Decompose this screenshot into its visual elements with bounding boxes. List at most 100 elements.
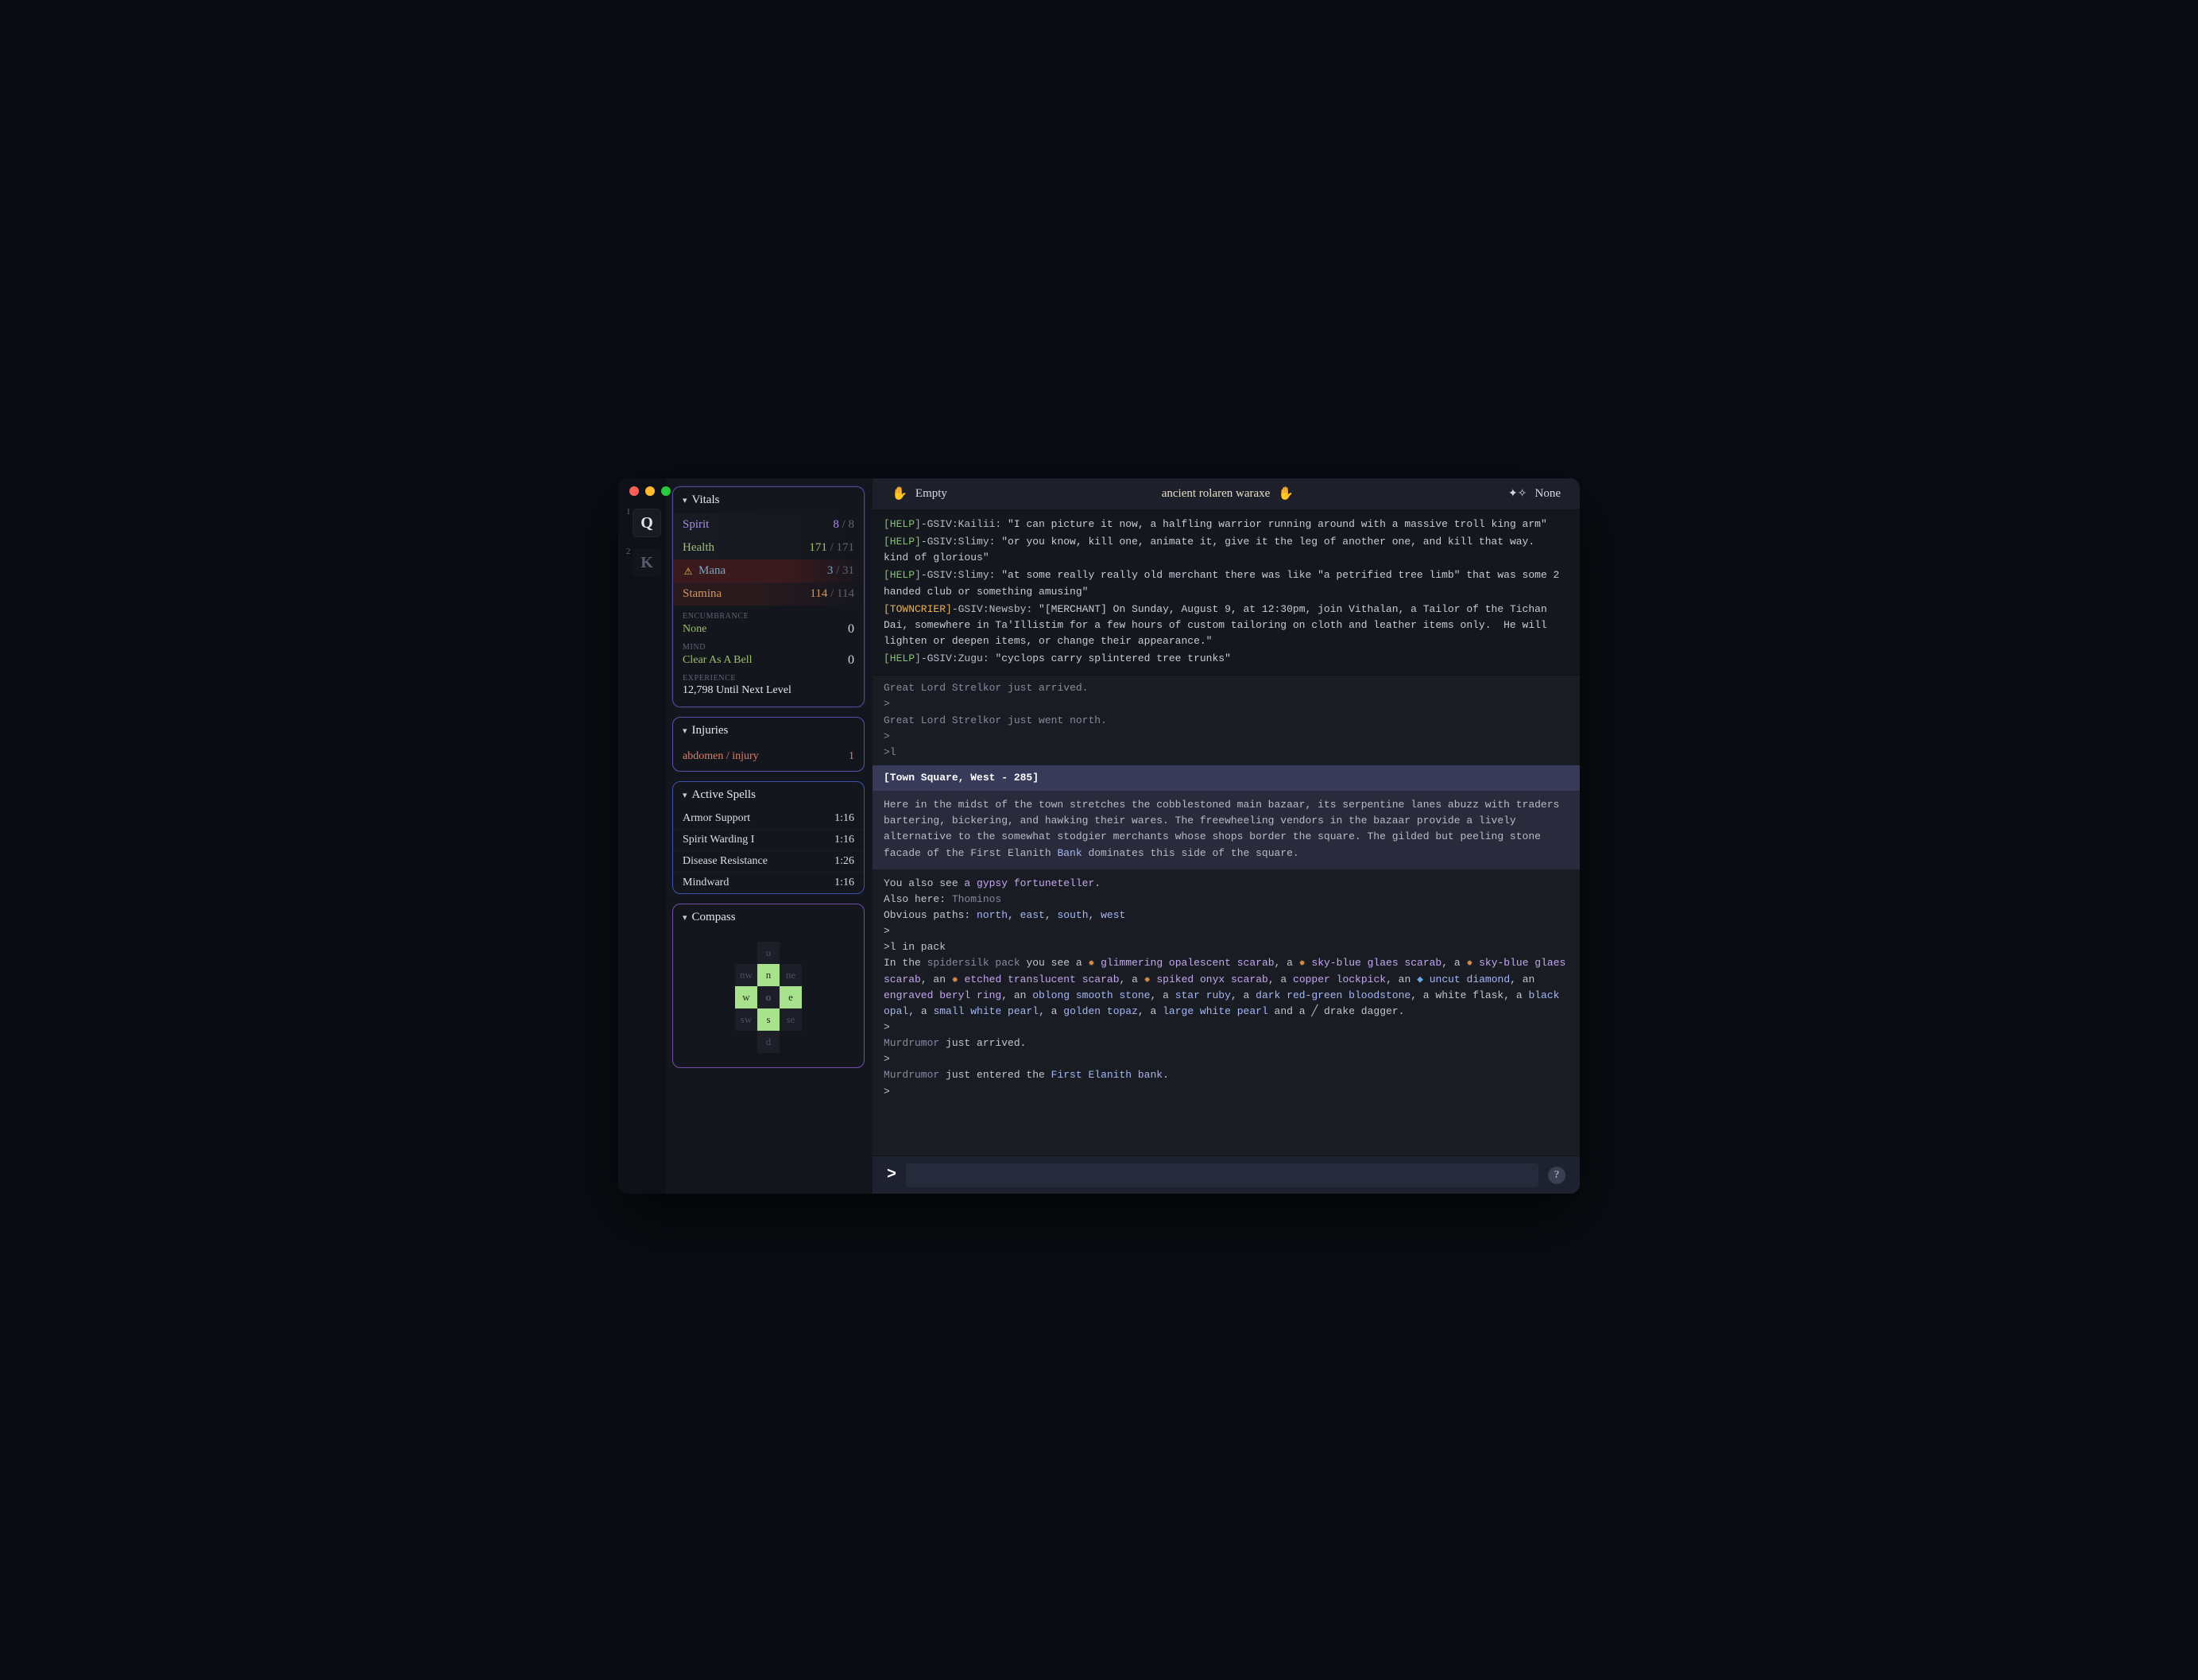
compass-s[interactable]: s [757, 1008, 780, 1031]
spell-row: Disease Resistance1:26 [673, 850, 864, 872]
vital-spirit: Spirit 8 / 8 [673, 513, 864, 536]
compass-e[interactable]: e [780, 986, 802, 1008]
exit-east[interactable]: east [1020, 909, 1045, 921]
channel-line: [HELP]-GSIV:Slimy: "at some really reall… [884, 567, 1569, 599]
compass-se: se [780, 1008, 802, 1031]
injury-label: abdomen / injury [683, 750, 759, 763]
compass-grid: unwnnewoeswssed [673, 931, 864, 1067]
mind-value: Clear As A Bell [683, 654, 753, 667]
injury-count: 1 [849, 750, 854, 763]
spell-slot[interactable]: ✦✧ None [1508, 487, 1561, 501]
session-index: 1 [626, 507, 631, 517]
compass-sw: sw [735, 1008, 757, 1031]
link-bank[interactable]: Bank [1057, 847, 1082, 859]
sidebar: Vitals Spirit 8 / 8 Health 171 / 171 ⚠Ma… [666, 478, 873, 1194]
channel-line: [TOWNCRIER]-GSIV:Newsby: "[MERCHANT] On … [884, 602, 1569, 649]
mind-num: 0 [848, 653, 854, 668]
session-tab-2[interactable]: 2 K [623, 548, 661, 577]
sparkle-icon: ✦✧ [1508, 487, 1527, 501]
vital-label: Health [683, 541, 714, 555]
item-link[interactable]: sky-blue glaes scarab [1311, 957, 1441, 969]
story-line: Great Lord Strelkor just went north. [884, 713, 1569, 729]
exit-south[interactable]: south [1057, 909, 1088, 921]
spell-row: Mindward1:16 [673, 872, 864, 893]
active-spells-header[interactable]: Active Spells [673, 782, 864, 808]
compass-u: u [757, 942, 780, 964]
item-link[interactable]: drake dagger [1324, 1005, 1399, 1017]
story-line: Murdrumor just entered the First Elanith… [884, 1067, 1569, 1083]
channel-line: [HELP]-GSIV:Slimy: "or you know, kill on… [884, 534, 1569, 566]
command-bar: > ? [873, 1155, 1580, 1194]
story-log: Great Lord Strelkor just arrived.>Great … [873, 675, 1580, 765]
vital-value: 3 / 31 [827, 564, 854, 578]
channel-line: [HELP]-GSIV:Kailii: "I can picture it no… [884, 517, 1569, 532]
gem-icon: ✹ [1466, 957, 1472, 969]
right-hand[interactable]: ancient rolaren waraxe ✋ [1162, 487, 1294, 501]
spell-name: Spirit Warding I [683, 834, 754, 846]
item-link[interactable]: engraved beryl ring [884, 989, 1001, 1001]
vitals-header[interactable]: Vitals [673, 487, 864, 513]
link[interactable]: First Elanith bank [1051, 1069, 1163, 1081]
vital-mana: ⚠Mana 3 / 31 [673, 559, 864, 583]
item-link[interactable]: glimmering opalescent scarab [1101, 957, 1274, 969]
zoom-icon[interactable] [661, 486, 671, 496]
gem-icon: ✹ [1144, 974, 1151, 985]
item-link[interactable]: uncut diamond [1430, 974, 1510, 985]
vital-label: Stamina [683, 587, 722, 601]
item-link[interactable]: etched translucent scarab [964, 974, 1119, 985]
mind-label: MIND [683, 643, 854, 652]
story-scroll[interactable]: [HELP]-GSIV:Kailii: "I can picture it no… [873, 510, 1580, 1155]
encumbrance-label: ENCUMBRANCE [683, 612, 854, 621]
story-line: You also see a gypsy fortuneteller. [884, 876, 1569, 892]
session-tile: Q [633, 509, 661, 537]
item-link[interactable]: copper lockpick [1293, 974, 1386, 985]
left-hand-label: Empty [915, 487, 947, 501]
item-link[interactable]: spiked onyx scarab [1156, 974, 1267, 985]
command-input[interactable] [906, 1163, 1538, 1187]
session-tab-1[interactable]: 1 Q [623, 509, 661, 537]
compass-n[interactable]: n [757, 964, 780, 986]
item-link[interactable]: dark red-green bloodstone [1256, 989, 1411, 1001]
exit-north[interactable]: north [977, 909, 1008, 921]
compass-w[interactable]: w [735, 986, 757, 1008]
spell-row: Spirit Warding I1:16 [673, 829, 864, 850]
help-button[interactable]: ? [1548, 1167, 1565, 1184]
minimize-icon[interactable] [645, 486, 655, 496]
item-link[interactable]: star ruby [1175, 989, 1231, 1001]
encumbrance-value: None [683, 623, 706, 636]
item-link[interactable]: golden topaz [1063, 1005, 1138, 1017]
story-log-after: You also see a gypsy fortuneteller.Also … [873, 869, 1580, 1100]
experience-label: EXPERIENCE [683, 674, 854, 683]
vital-label: Spirit [683, 518, 709, 532]
close-icon[interactable] [629, 486, 639, 496]
compass-ne: ne [780, 964, 802, 986]
session-index: 2 [626, 547, 631, 556]
compass-nw: nw [735, 964, 757, 986]
spell-row: Armor Support1:16 [673, 808, 864, 829]
session-tile: K [633, 548, 661, 577]
vitals-meta: ENCUMBRANCE None0 MIND Clear As A Bell0 … [673, 606, 864, 706]
session-rail: 1 Q 2 K [618, 478, 666, 1194]
vital-health: Health 171 / 171 [673, 536, 864, 559]
story-line: >l in pack [884, 939, 1569, 955]
gem-icon: ✹ [952, 974, 958, 985]
spell-time: 1:26 [834, 855, 854, 868]
room-header: [Town Square, West - 285] [873, 765, 1580, 791]
item-link[interactable]: oblong smooth stone [1032, 989, 1150, 1001]
injuries-header[interactable]: Injuries [673, 718, 864, 744]
prompt-icon: > [887, 1166, 896, 1184]
compass-o: o [757, 986, 780, 1008]
left-hand[interactable]: ✋ Empty [892, 487, 947, 501]
vital-label: ⚠Mana [683, 564, 726, 578]
compass-header[interactable]: Compass [673, 904, 864, 931]
encumbrance-num: 0 [848, 622, 854, 637]
channel-line: [HELP]-GSIV:Zugu: "cyclops carry splinte… [884, 651, 1569, 667]
hand-icon: ✋ [892, 488, 907, 501]
item-link[interactable]: white flask [1435, 989, 1503, 1001]
item-link[interactable]: small white pearl [933, 1005, 1039, 1017]
story-line: Obvious paths: north, east, south, west [884, 908, 1569, 923]
item-link[interactable]: large white pearl [1163, 1005, 1268, 1017]
exit-west[interactable]: west [1101, 909, 1125, 921]
story-line: > [884, 696, 1569, 712]
spell-time: 1:16 [834, 812, 854, 825]
